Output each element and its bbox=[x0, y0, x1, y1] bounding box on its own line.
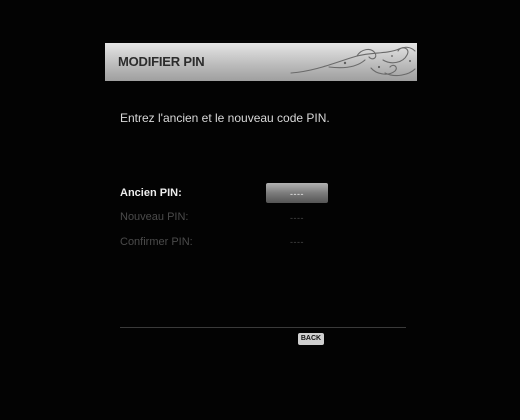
new-pin-label: Nouveau PIN: bbox=[120, 211, 189, 223]
dialog-title: MODIFIER PIN bbox=[118, 54, 205, 69]
dialog-header: MODIFIER PIN bbox=[105, 43, 417, 81]
back-button[interactable]: BACK bbox=[298, 333, 324, 345]
new-pin-input[interactable]: ---- bbox=[266, 213, 328, 223]
old-pin-value: ---- bbox=[290, 189, 304, 199]
footer-divider bbox=[120, 327, 406, 328]
confirm-pin-label: Confirmer PIN: bbox=[120, 236, 193, 248]
swirl-ornament-icon bbox=[290, 46, 416, 77]
instruction-text: Entrez l'ancien et le nouveau code PIN. bbox=[120, 111, 330, 125]
old-pin-label: Ancien PIN: bbox=[120, 187, 182, 199]
tv-screen: MODIFIER PIN Entrez l'ancien et le nouve… bbox=[0, 0, 520, 420]
confirm-pin-input[interactable]: ---- bbox=[266, 237, 328, 247]
